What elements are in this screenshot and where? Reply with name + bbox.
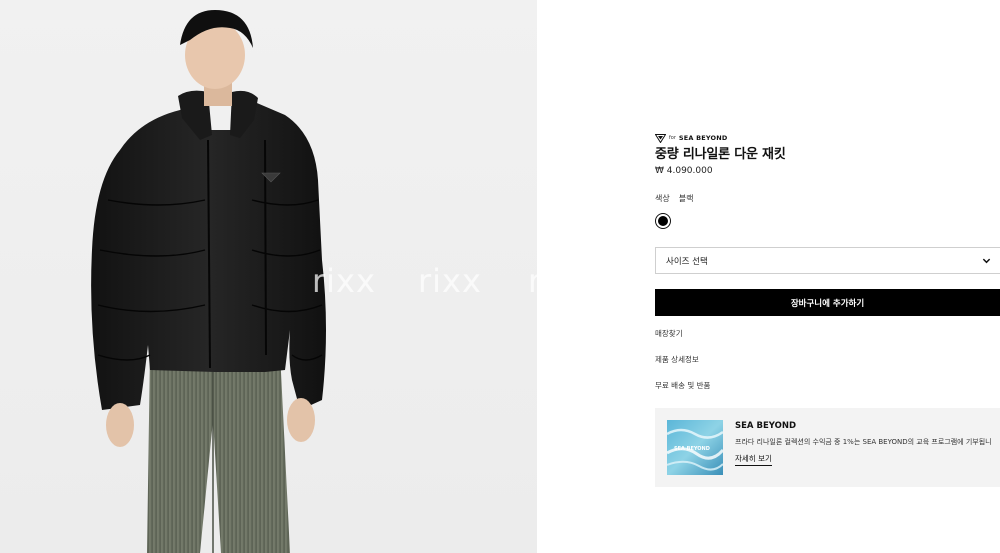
store-finder-link[interactable]: 매장찾기 (655, 328, 683, 339)
product-image: rixx rixx (0, 0, 537, 553)
promo-description: 프라다 리나일론 컬렉션의 수익금 중 1%는 SEA BEYOND의 교육 프… (735, 438, 992, 446)
size-select[interactable]: 사이즈 선택 (655, 247, 1000, 274)
brand-for-label: for (669, 135, 676, 141)
product-title: 중량 리나일론 다운 재킷 (655, 147, 786, 162)
prada-triangle-icon (655, 133, 666, 143)
color-value: 블랙 (678, 194, 694, 203)
promo-title: SEA BEYOND (735, 421, 796, 431)
swatch-fill (658, 216, 668, 226)
promo-more-link[interactable]: 자세히 보기 (735, 453, 772, 466)
model-illustration (91, 10, 326, 553)
product-price: ₩ 4.090.000 (655, 166, 713, 176)
product-details: for SEA BEYOND 중량 리나일론 다운 재킷 ₩ 4.090.000… (655, 0, 1000, 553)
brand-name: SEA BEYOND (678, 134, 728, 142)
product-page: rixx rixx rixx rixx for SEA BEYOND 중량 리나… (0, 0, 1000, 553)
color-swatch-black[interactable] (655, 213, 671, 229)
watermark-text: rixx (528, 262, 592, 300)
add-to-cart-button[interactable]: 장바구니에 추가하기 (655, 289, 1000, 316)
color-row: 색상 블랙 (655, 193, 693, 204)
chevron-down-icon (982, 258, 991, 264)
promo-image: SEA BEYOND (667, 420, 723, 475)
ocean-wave-image: SEA BEYOND (667, 420, 723, 475)
product-details-link[interactable]: 제품 상세정보 (655, 354, 699, 365)
size-select-label: 사이즈 선택 (666, 256, 708, 267)
sea-beyond-promo: SEA BEYOND SEA BEYOND 프라다 리나일론 컬렉션의 수익금 … (655, 408, 1000, 487)
shipping-returns-link[interactable]: 무료 배송 및 반품 (655, 380, 710, 391)
color-label: 색상 (655, 194, 670, 203)
promo-image-text: SEA BEYOND (674, 446, 710, 452)
